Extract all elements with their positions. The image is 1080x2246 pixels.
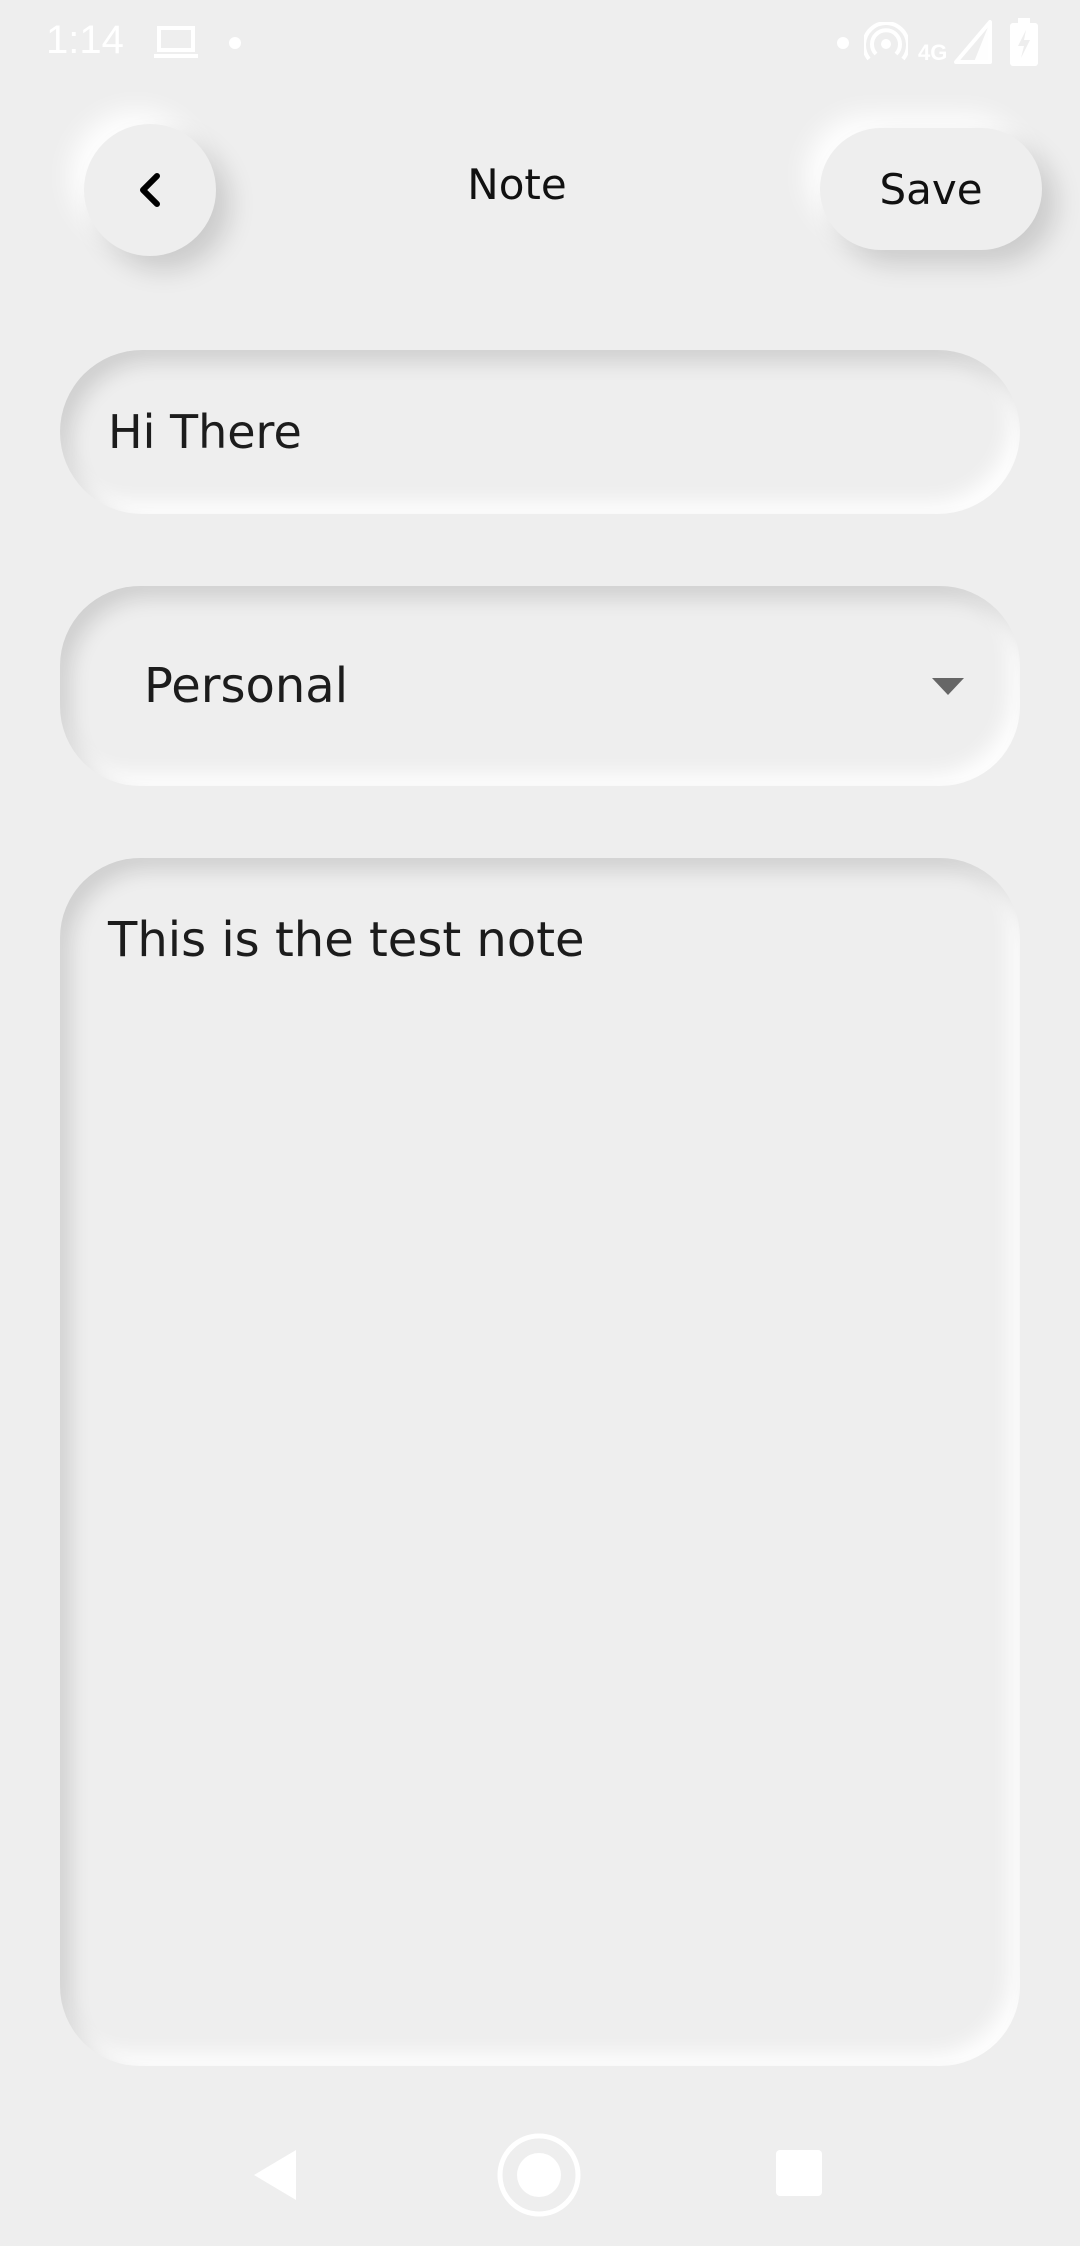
battery-charging-icon: [1010, 18, 1038, 66]
note-body-textarea[interactable]: This is the test note: [60, 858, 1020, 2066]
status-bar: 1:14 4G: [0, 0, 1080, 88]
nav-recents-icon[interactable]: [776, 2150, 822, 2196]
dot-icon: [837, 37, 849, 49]
network-type-label: 4G: [918, 40, 948, 65]
nav-home-icon[interactable]: [496, 2132, 582, 2218]
category-select[interactable]: Personal: [60, 586, 1020, 786]
dropdown-arrow-icon: [932, 678, 964, 695]
hotspot-icon: [864, 22, 908, 61]
category-selected-value: Personal: [144, 658, 349, 714]
system-nav-bar: [0, 2110, 1080, 2246]
notification-dot-icon: [229, 37, 241, 49]
title-input[interactable]: Hi There: [60, 350, 1020, 514]
signal-icon: [954, 20, 992, 64]
save-button[interactable]: Save: [820, 128, 1042, 250]
laptop-icon: [154, 26, 198, 58]
top-bar: Note Save: [0, 88, 1080, 288]
status-time: 1:14: [46, 18, 124, 62]
nav-back-icon[interactable]: [252, 2148, 298, 2202]
